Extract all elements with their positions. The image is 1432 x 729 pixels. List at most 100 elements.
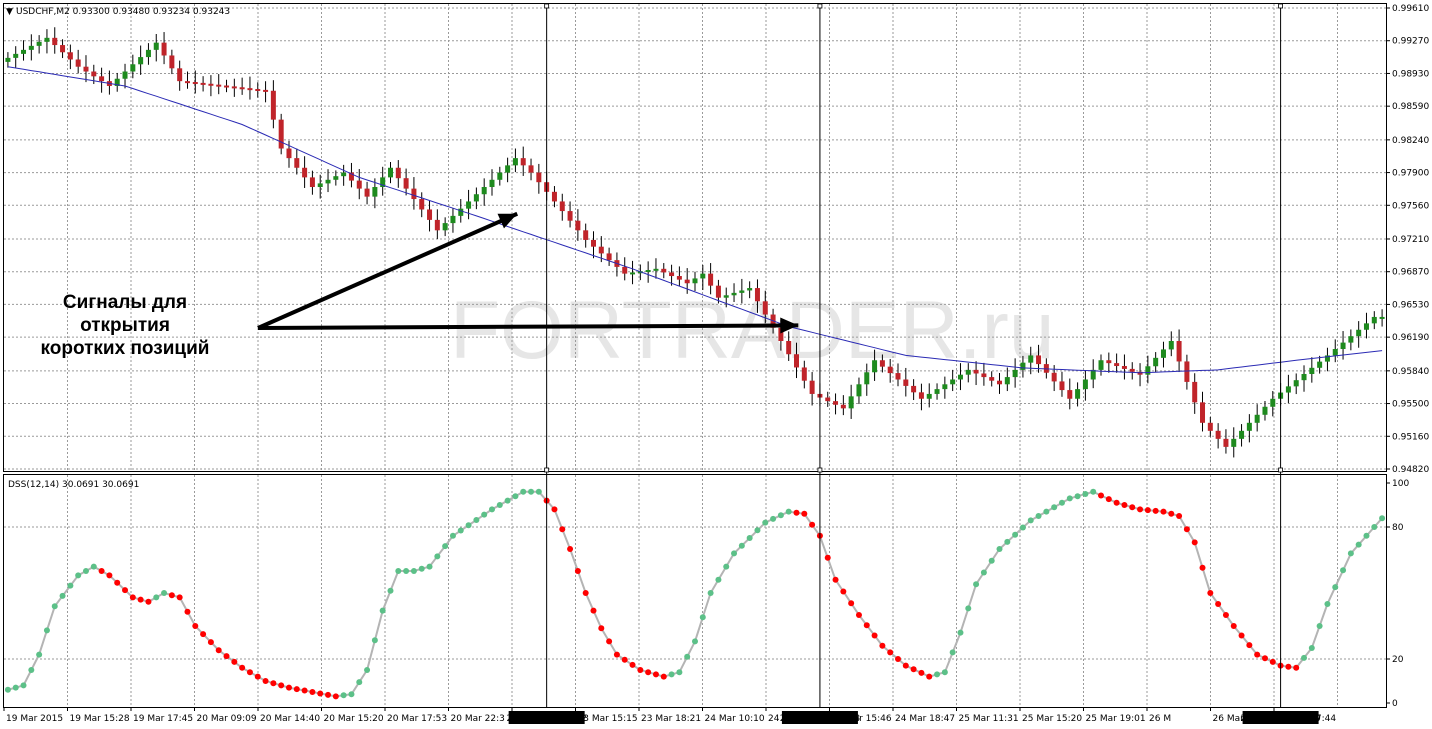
dss-dot xyxy=(371,637,378,644)
candle-body xyxy=(1067,390,1073,399)
dss-dot xyxy=(379,607,386,614)
dss-dot xyxy=(325,691,332,698)
candle-body xyxy=(1293,380,1299,387)
candle-body xyxy=(739,290,745,293)
candle-body xyxy=(1379,316,1385,319)
dss-dot xyxy=(293,686,300,693)
dss-dot xyxy=(1004,538,1011,545)
candle-body xyxy=(1028,355,1034,363)
dss-dot xyxy=(957,629,964,636)
dss-dot xyxy=(887,649,894,656)
candle-body xyxy=(926,393,932,399)
price-tick-label: 0.96530 xyxy=(1392,300,1429,310)
dss-dot xyxy=(684,653,691,660)
candle-body xyxy=(754,288,760,302)
trading-chart[interactable]: FORTRADER.ru 0.99610 0.99270 0.98930 0.9859… xyxy=(0,0,1432,729)
dss-dot xyxy=(75,572,82,579)
dss-dot xyxy=(1019,524,1026,531)
dss-dot xyxy=(223,653,230,660)
candle-body xyxy=(1059,381,1065,391)
price-tick-label: 0.96190 xyxy=(1392,333,1429,343)
candle-body xyxy=(247,88,253,91)
dss-dot xyxy=(1207,590,1214,596)
price-axis: 0.99610 0.99270 0.98930 0.98590 0.98240 0.979… xyxy=(1386,4,1429,475)
dss-dot xyxy=(613,651,620,658)
dss-tick-label: 0 xyxy=(1392,699,1398,709)
candle-body xyxy=(1348,336,1354,343)
candle-body xyxy=(278,119,284,149)
dss-dot xyxy=(1332,584,1339,591)
dss-dot xyxy=(239,664,246,671)
candle-body xyxy=(270,90,276,120)
dss-dot xyxy=(418,565,425,572)
dss-tick-label: 20 xyxy=(1392,655,1404,665)
dss-dot xyxy=(621,656,628,663)
dss-dot xyxy=(973,581,980,588)
candle-body xyxy=(1075,389,1081,399)
candle-body xyxy=(1051,372,1057,382)
candle-body xyxy=(419,199,425,210)
dss-dot xyxy=(387,587,394,594)
dss-dot xyxy=(82,568,89,574)
dss-dot xyxy=(301,687,308,694)
price-tick-label: 0.95160 xyxy=(1392,432,1429,442)
candle-body xyxy=(255,89,261,92)
dss-dot xyxy=(340,692,347,699)
dss-dot xyxy=(1160,508,1167,515)
dss-dot xyxy=(1027,517,1034,524)
time-highlight-label: 2015.03.24 09:28 xyxy=(780,714,861,724)
candle-body xyxy=(528,165,534,173)
candle-body xyxy=(309,177,315,188)
candle-body xyxy=(536,172,542,183)
dss-dot xyxy=(1051,504,1058,511)
dss-dot xyxy=(1293,664,1300,671)
candle-body xyxy=(918,392,924,399)
candle-body xyxy=(895,373,901,380)
candle-body xyxy=(833,401,839,405)
candle-body xyxy=(473,194,479,202)
candle-body xyxy=(973,369,979,374)
time-label: 25 Mar 11:31 xyxy=(959,714,1019,724)
candle-body xyxy=(1200,402,1206,423)
time-label: 26 M xyxy=(1149,714,1171,724)
dss-dot xyxy=(910,666,917,673)
dss-dot xyxy=(442,543,449,550)
candle-body xyxy=(341,172,347,177)
annotation-line-3: коротких позиций xyxy=(41,338,210,359)
candle-body xyxy=(1309,367,1315,374)
candle-body xyxy=(99,76,105,82)
dss-dot xyxy=(1012,531,1019,538)
dss-tick-label: 100 xyxy=(1392,479,1409,489)
dss-dot xyxy=(332,693,339,700)
dss-dot xyxy=(36,651,43,658)
dss-dot xyxy=(106,572,113,579)
candle-body xyxy=(505,165,511,173)
dss-dot xyxy=(801,510,808,517)
dss-dot xyxy=(1176,513,1183,519)
dss-dot xyxy=(692,638,698,645)
dss-dot xyxy=(871,632,878,639)
candle-body xyxy=(302,167,308,178)
candle-body xyxy=(364,188,370,197)
candle-body xyxy=(1114,363,1120,367)
candle-body xyxy=(567,211,573,221)
candle-body xyxy=(466,201,472,209)
price-tick-label: 0.98240 xyxy=(1392,136,1429,146)
dss-dot xyxy=(676,669,683,676)
candle-body xyxy=(481,187,487,195)
dss-dot xyxy=(364,667,371,673)
candle-body xyxy=(263,89,269,92)
candle-body xyxy=(325,179,331,184)
candle-body xyxy=(177,68,183,82)
candle-body xyxy=(887,366,893,374)
dss-dot xyxy=(668,671,675,678)
dss-dot xyxy=(153,594,160,601)
dss-dot xyxy=(168,592,175,599)
candle-body xyxy=(434,219,440,231)
candle-body xyxy=(903,379,909,386)
window-menu-icon[interactable]: ▼ xyxy=(6,7,13,17)
time-label: 24 Mar 10:10 xyxy=(705,714,765,724)
dss-dot xyxy=(934,671,941,678)
candle-body xyxy=(387,167,393,178)
candle-body xyxy=(1207,422,1213,431)
